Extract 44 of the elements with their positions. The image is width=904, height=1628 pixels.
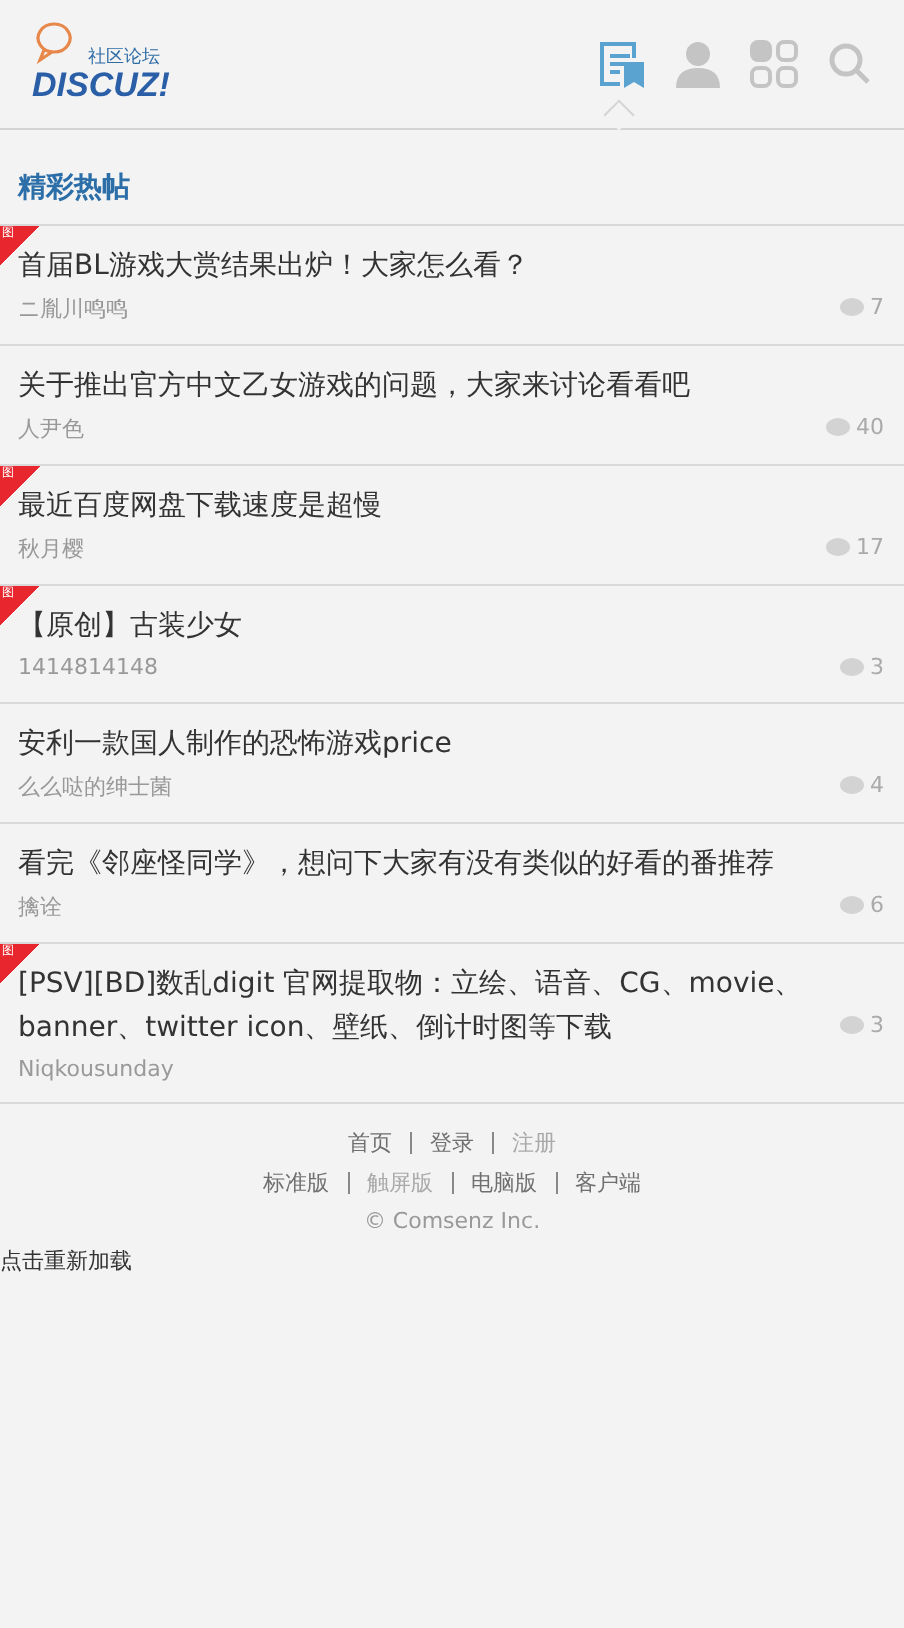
copyright: © Comsenz Inc. bbox=[363, 1208, 541, 1234]
thread-title[interactable]: 关于推出官方中文乙女游戏的问题，大家来讨论看看吧 bbox=[18, 364, 814, 408]
section-title: 精彩热帖 bbox=[0, 130, 904, 226]
thread-item[interactable]: 看完《邻座怪同学》，想问下大家有没有类似的好看的番推荐 擒诠 6 bbox=[0, 824, 904, 944]
footer-link[interactable]: 登录 bbox=[430, 1128, 474, 1158]
logo-tagline: 社区论坛 bbox=[88, 45, 160, 70]
version-link[interactable]: 客户端 bbox=[575, 1168, 641, 1198]
thread-author: 人尹色 bbox=[18, 414, 86, 444]
search-icon[interactable] bbox=[828, 42, 872, 86]
comment-icon bbox=[840, 896, 864, 916]
apps-icon[interactable] bbox=[750, 40, 798, 88]
thread-title[interactable]: [PSV][BD]数乱digit 官网提取物：立绘、语音、CG、movie、banner、twitter icon、壁纸、倒计时图等下载 bbox=[18, 962, 828, 1050]
thread-author: 擒诠 bbox=[18, 892, 64, 922]
comment-icon bbox=[840, 776, 864, 796]
comment-icon bbox=[840, 298, 864, 318]
comment-icon bbox=[826, 538, 850, 558]
version-link[interactable]: 电脑版 bbox=[471, 1168, 537, 1198]
reply-count: 7 bbox=[870, 296, 884, 318]
logo-wordmark: DISCUZ! bbox=[32, 66, 170, 106]
reply-count: 6 bbox=[870, 894, 884, 916]
reply-count: 3 bbox=[870, 656, 884, 678]
speech-bubble-icon bbox=[32, 20, 76, 64]
thread-author: ニ胤川鸣鸣 bbox=[18, 294, 130, 324]
thread-item[interactable]: 安利一款国人制作的恐怖游戏price 么么哒的绅士菌 4 bbox=[0, 704, 904, 824]
user-icon[interactable] bbox=[676, 40, 720, 88]
version-link[interactable]: 标准版 bbox=[263, 1168, 329, 1198]
reply-count: 3 bbox=[870, 1014, 884, 1036]
threads-icon[interactable] bbox=[596, 38, 648, 90]
comment-icon bbox=[840, 658, 864, 678]
reply-count: 17 bbox=[856, 536, 884, 558]
footer-link[interactable]: 首页 bbox=[348, 1128, 392, 1158]
comment-icon bbox=[826, 418, 850, 438]
thread-author: 么么哒的绅士菌 bbox=[18, 772, 174, 802]
reply-count: 4 bbox=[870, 774, 884, 796]
reload-link[interactable]: 点击重新加载 bbox=[0, 1246, 904, 1276]
thread-title[interactable]: 安利一款国人制作的恐怖游戏price bbox=[18, 722, 828, 766]
thread-title[interactable]: 看完《邻座怪同学》，想问下大家有没有类似的好看的番推荐 bbox=[18, 842, 828, 886]
thread-item[interactable]: 关于推出官方中文乙女游戏的问题，大家来讨论看看吧 人尹色 40 bbox=[0, 346, 904, 466]
thread-author: 秋月樱 bbox=[18, 534, 86, 564]
thread-author: Niqkousunday bbox=[18, 1056, 176, 1082]
comment-icon bbox=[840, 1016, 864, 1036]
thread-author: 1414814148 bbox=[18, 654, 160, 680]
reply-count: 40 bbox=[856, 416, 884, 438]
discuz-logo[interactable]: 社区论坛 DISCUZ! bbox=[32, 20, 176, 100]
